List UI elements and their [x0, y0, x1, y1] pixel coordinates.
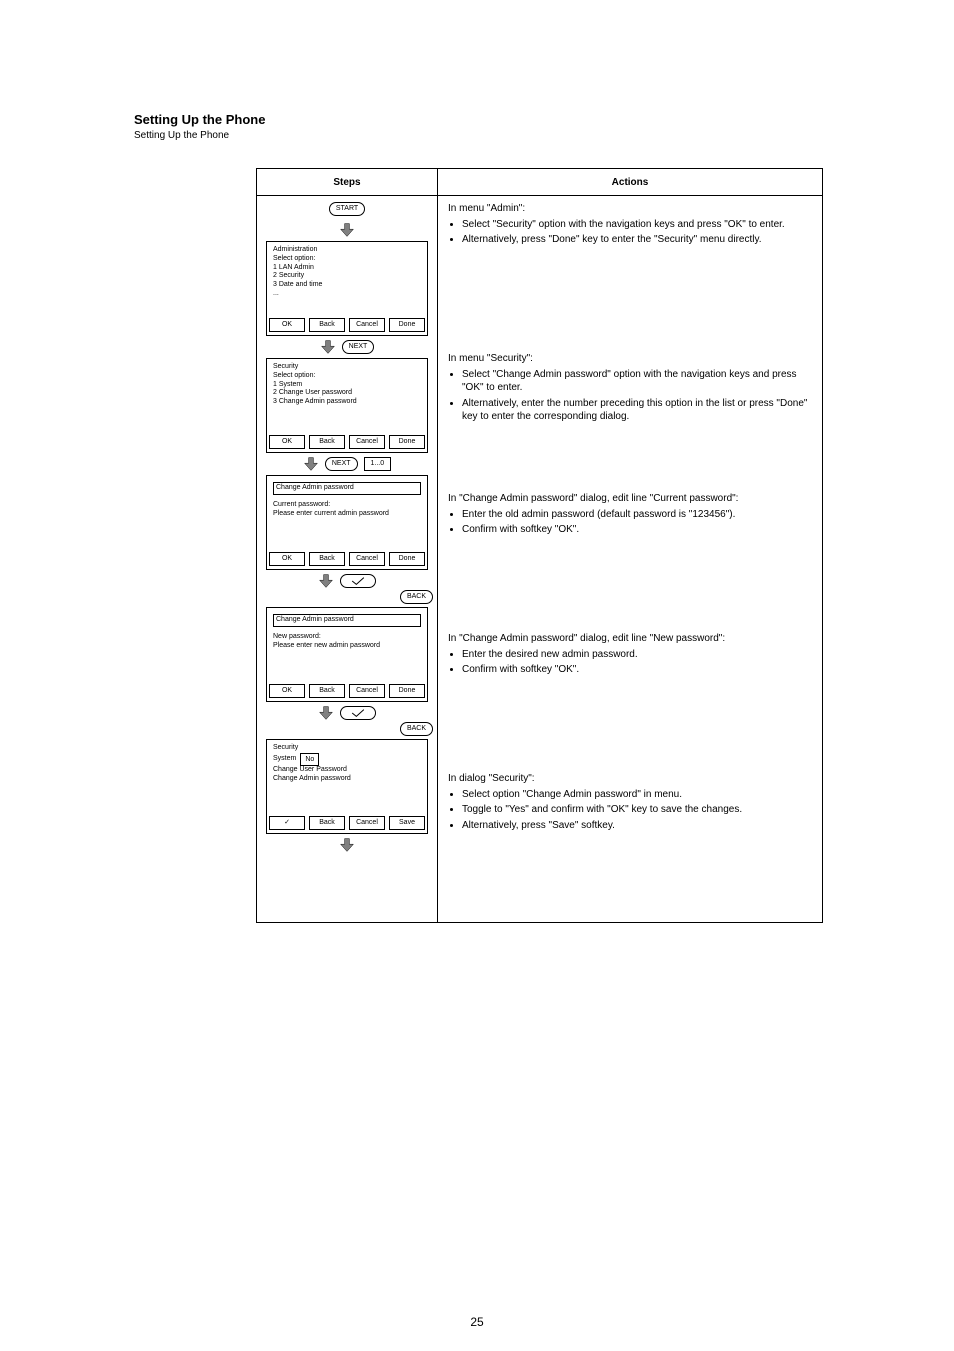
softkey: Done — [389, 552, 425, 566]
softkey: Back — [309, 684, 345, 698]
ok-check-icon — [340, 706, 376, 720]
start-pill: START — [329, 202, 365, 216]
softkey: Back — [309, 552, 345, 566]
toggle-value: No — [300, 753, 319, 766]
softkey: Cancel — [349, 684, 385, 698]
instruction-block: In menu "Security":Select "Change Admin … — [448, 352, 812, 492]
softkey: Cancel — [349, 435, 385, 449]
softkey: Cancel — [349, 552, 385, 566]
instruction-table: Steps Actions START AdministrationSelect … — [256, 168, 823, 923]
key-pill: BACK — [400, 722, 433, 736]
instruction-block: In menu "Admin":Select "Security" option… — [448, 202, 812, 352]
instruction-block: In dialog "Security":Select option "Chan… — [448, 772, 812, 912]
softkey: Back — [309, 318, 345, 332]
softkey: Cancel — [349, 816, 385, 830]
arrow-down-icon — [303, 456, 319, 472]
softkey: Done — [389, 435, 425, 449]
page-title: Setting Up the Phone — [134, 112, 265, 127]
softkey: Cancel — [349, 318, 385, 332]
screen-title-bar: Change Admin password — [273, 614, 421, 627]
arrow-down-icon — [318, 573, 334, 589]
screen-title-bar: Change Admin password — [273, 482, 421, 495]
softkey: Save — [389, 816, 425, 830]
header-steps: Steps — [257, 169, 438, 195]
phone-screen: Change Admin passwordNew password:Please… — [266, 607, 428, 702]
key-pill: NEXT — [325, 457, 358, 471]
instruction-block: In "Change Admin password" dialog, edit … — [448, 492, 812, 632]
phone-screen: Change Admin passwordCurrent password:Pl… — [266, 475, 428, 570]
page-subtitle: Setting Up the Phone — [134, 130, 229, 141]
page-number: 25 — [470, 1315, 483, 1329]
arrow-down-icon — [318, 705, 334, 721]
numeric-keys: 1...0 — [364, 457, 392, 471]
arrow-down-icon — [339, 222, 355, 238]
softkey: Done — [389, 684, 425, 698]
softkey: OK — [269, 435, 305, 449]
softkey: Back — [309, 816, 345, 830]
phone-screen: SecuritySystemNoChange User PasswordChan… — [266, 739, 428, 834]
softkey: Done — [389, 318, 425, 332]
softkey: OK — [269, 684, 305, 698]
softkey: ✓ — [269, 816, 305, 830]
instruction-block: In "Change Admin password" dialog, edit … — [448, 632, 812, 772]
phone-screen: AdministrationSelect option:1 LAN Admin2… — [266, 241, 428, 336]
softkey: Back — [309, 435, 345, 449]
softkey: OK — [269, 552, 305, 566]
key-pill: NEXT — [342, 340, 375, 354]
phone-screen: SecuritySelect option:1 System2 Change U… — [266, 358, 428, 453]
ok-check-icon — [340, 574, 376, 588]
header-actions: Actions — [438, 169, 822, 195]
key-pill: BACK — [400, 590, 433, 604]
softkey: OK — [269, 318, 305, 332]
arrow-down-icon — [320, 339, 336, 355]
arrow-down-icon — [339, 837, 355, 853]
